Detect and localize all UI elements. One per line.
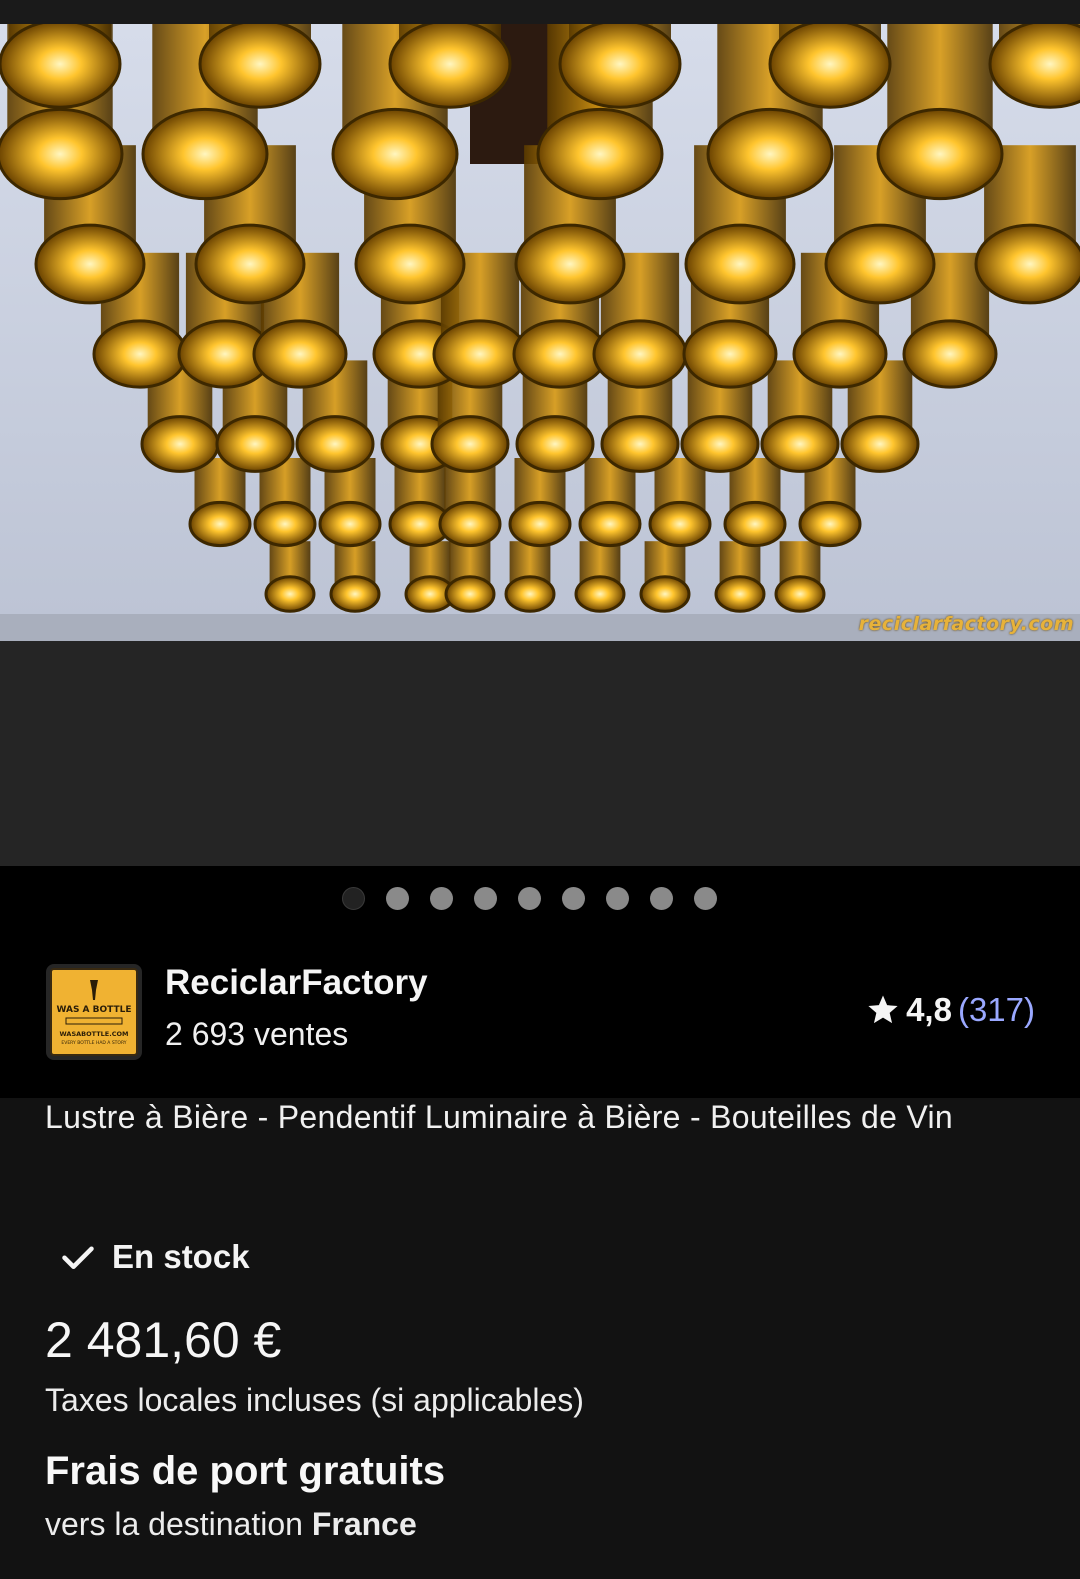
bottle-light <box>768 24 892 109</box>
bottle-light <box>840 415 920 473</box>
bottle-light <box>430 415 510 473</box>
bottle-light <box>0 107 124 201</box>
shop-rating[interactable]: 4,8 (317) <box>866 991 1035 1029</box>
carousel-dot[interactable] <box>606 887 629 910</box>
product-photo[interactable]: reciclarfactory.com <box>0 24 1080 641</box>
shipping-dest-country[interactable]: France <box>312 1506 417 1542</box>
shipping-destination: vers la destination France <box>45 1506 417 1543</box>
carousel-dot[interactable] <box>694 887 717 910</box>
stock-status: En stock <box>60 1238 250 1276</box>
bottle-light <box>706 107 834 201</box>
bottle-light <box>682 319 778 389</box>
bottle-light <box>536 107 664 201</box>
bottle-light <box>264 575 316 613</box>
svg-text:WASABOTTLE.COM: WASABOTTLE.COM <box>60 1030 129 1038</box>
svg-text:EVERY BOTTLE HAD A STORY: EVERY BOTTLE HAD A STORY <box>61 1040 126 1046</box>
bottle-light <box>514 223 626 305</box>
carousel-dot[interactable] <box>518 887 541 910</box>
bottle-light <box>504 575 556 613</box>
bottle-light <box>512 319 608 389</box>
price: 2 481,60 € <box>45 1312 282 1368</box>
bottle-light <box>824 223 936 305</box>
bottle-light <box>876 107 1004 201</box>
bottle-light <box>714 575 766 613</box>
carousel-dot[interactable] <box>650 887 673 910</box>
bottle-light <box>0 24 122 109</box>
bottle-light <box>194 223 306 305</box>
shop-logo[interactable]: WAS A BOTTLE WASABOTTLE.COM EVERY BOTTLE… <box>46 964 142 1060</box>
bottle-light <box>760 415 840 473</box>
bottle-light <box>574 575 626 613</box>
bottle-light <box>648 500 712 548</box>
bottle-light <box>444 575 496 613</box>
bottle-light <box>639 575 691 613</box>
carousel-dot[interactable] <box>474 887 497 910</box>
bottle-light <box>329 575 381 613</box>
carousel-dot[interactable] <box>386 887 409 910</box>
bottle-light <box>798 500 862 548</box>
shop-name[interactable]: ReciclarFactory <box>165 963 428 1003</box>
bottle-light <box>774 575 826 613</box>
bottle-light <box>295 415 375 473</box>
carousel-dots[interactable] <box>342 887 717 910</box>
bottle-light <box>252 319 348 389</box>
rating-score: 4,8 <box>906 991 952 1028</box>
bottle-light <box>331 107 459 201</box>
bottle-light <box>354 223 466 305</box>
bottle-light <box>558 24 682 109</box>
bottle-light <box>215 415 295 473</box>
chandelier-photo <box>0 24 1080 641</box>
bottle-light <box>680 415 760 473</box>
listing-title: Lustre à Bière - Pendentif Luminaire à B… <box>45 1099 953 1135</box>
stock-label: En stock <box>112 1238 250 1275</box>
shipping-title: Frais de port gratuits <box>45 1449 446 1493</box>
bottle-light <box>974 223 1080 305</box>
shipping-dest-prefix: vers la destination <box>45 1506 312 1542</box>
bottle-light <box>508 500 572 548</box>
carousel-dot[interactable] <box>342 887 365 910</box>
bottle-light <box>600 415 680 473</box>
bottle-light <box>515 415 595 473</box>
bottle-light <box>388 24 512 109</box>
svg-text:WAS A BOTTLE: WAS A BOTTLE <box>56 1005 131 1015</box>
bottle-light <box>253 500 317 548</box>
bottle-light <box>34 223 146 305</box>
shop-logo-badge: WAS A BOTTLE WASABOTTLE.COM EVERY BOTTLE… <box>50 968 138 1056</box>
star-icon <box>868 995 898 1024</box>
carousel-bar <box>0 866 1080 1098</box>
bottle-light <box>438 500 502 548</box>
shop-sales-count: 2 693 ventes <box>165 1016 349 1052</box>
check-icon <box>62 1246 94 1269</box>
bottle-light <box>902 319 998 389</box>
product-image-area[interactable]: reciclarfactory.com <box>0 24 1080 866</box>
bottle-light <box>578 500 642 548</box>
review-count-link[interactable]: (317) <box>958 991 1035 1029</box>
bottle-light <box>723 500 787 548</box>
bottle-light <box>792 319 888 389</box>
bottle-light <box>318 500 382 548</box>
bottle-light <box>592 319 688 389</box>
bottle-light <box>141 107 269 201</box>
carousel-dot[interactable] <box>562 887 585 910</box>
bottle-light <box>188 500 252 548</box>
tax-note: Taxes locales incluses (si applicables) <box>45 1382 584 1418</box>
top-status-strip <box>0 0 1080 24</box>
bottle-light <box>198 24 322 109</box>
bottle-light <box>432 319 528 389</box>
bottle-light <box>684 223 796 305</box>
bottle-light <box>140 415 220 473</box>
bottle-glass-icon: WAS A BOTTLE WASABOTTLE.COM EVERY BOTTLE… <box>56 980 132 1046</box>
bottle-light <box>92 319 188 389</box>
photo-watermark: reciclarfactory.com <box>858 613 1074 635</box>
carousel-dot[interactable] <box>430 887 453 910</box>
